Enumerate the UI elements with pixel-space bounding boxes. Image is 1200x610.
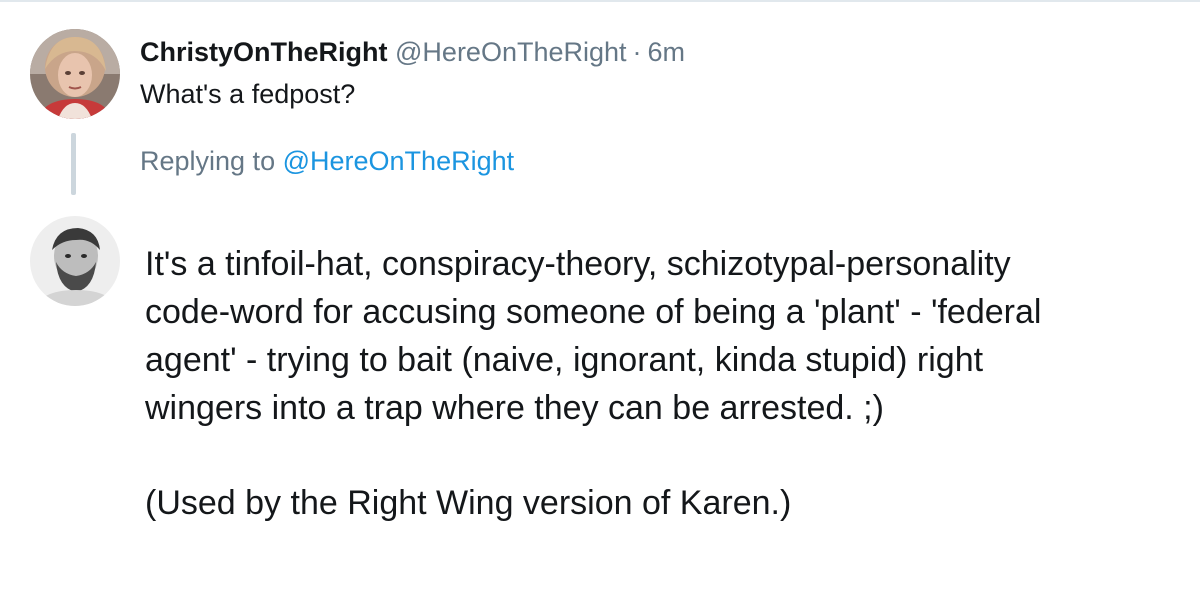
reply-author-avatar[interactable] — [30, 216, 120, 306]
author-avatar-image — [30, 29, 120, 119]
replying-to-label: Replying to — [140, 146, 276, 176]
author-display-name[interactable]: ChristyOnTheRight — [140, 37, 388, 67]
top-divider — [0, 0, 1200, 2]
reply-text-line: code-word for accusing someone of being … — [145, 293, 1042, 331]
tweet-text: What's a fedpost? — [140, 79, 356, 109]
reply-text-line: It's a tinfoil-hat, conspiracy-theory, s… — [145, 245, 1011, 283]
author-avatar[interactable] — [30, 29, 120, 119]
separator-dot: · — [632, 37, 642, 67]
reply-footnote: (Used by the Right Wing version of Karen… — [145, 484, 792, 522]
tweet-header: ChristyOnTheRight @HereOnTheRight · 6m — [140, 34, 685, 70]
reply-text-line: agent' - trying to bait (naive, ignorant… — [145, 341, 984, 379]
reply-text-line: wingers into a trap where they can be ar… — [145, 389, 884, 427]
reply-tweet-text: It's a tinfoil-hat, conspiracy-theory, s… — [145, 240, 1175, 527]
reply-author-avatar-image — [30, 216, 120, 306]
replying-to-line: Replying to @HereOnTheRight — [140, 143, 514, 179]
thread-connector-line — [71, 133, 76, 195]
tweet-timestamp[interactable]: 6m — [648, 37, 686, 67]
author-handle[interactable]: @HereOnTheRight — [395, 37, 627, 67]
replying-to-handle-link[interactable]: @HereOnTheRight — [283, 146, 515, 176]
